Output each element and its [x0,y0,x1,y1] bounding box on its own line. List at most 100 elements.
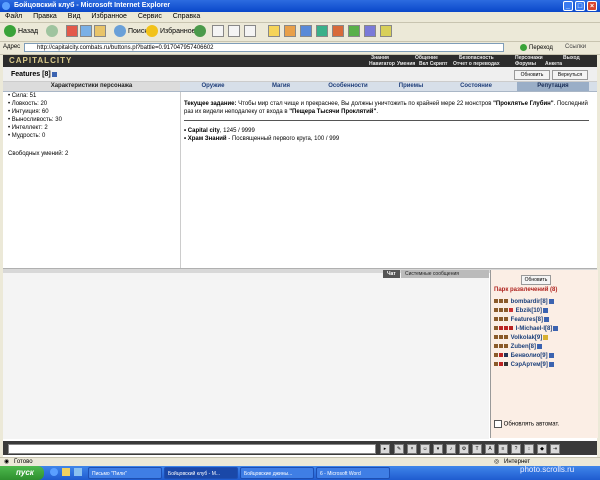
go-button[interactable]: Переход [520,44,553,51]
quicklaunch-ie-icon[interactable] [50,468,58,476]
toolbar-extra-3[interactable] [300,25,312,39]
sound-icon[interactable]: ♪ [446,444,456,454]
toolbar-extra-8[interactable] [380,25,392,39]
nav-exit[interactable]: Выход [563,55,580,61]
settings-icon[interactable]: ⚙ [459,444,469,454]
menu-edit[interactable]: Правка [33,13,57,20]
send-icon[interactable]: ▸ [380,444,390,454]
toolbar-extra-2[interactable] [284,25,296,39]
stat-wisdom: • Мудрость: 0 [8,133,46,139]
refresh-button[interactable]: Обновить [514,70,550,80]
quest-place: "Пещера Тысячи Проклятий" [289,109,377,115]
user-icon [494,317,498,322]
address-input[interactable]: http://capitalcity.combats.ru/buttons.pl… [24,43,504,52]
toolbar-extra-5[interactable] [332,25,344,39]
font-icon[interactable]: A [485,444,495,454]
menu-file[interactable]: Файл [5,13,22,20]
clan-icon [504,326,508,331]
search-button[interactable]: Поиск [114,25,147,39]
toolbar-extra-1[interactable] [268,25,280,39]
tab-chat[interactable]: Чат [383,270,400,278]
chat-input[interactable] [8,444,376,454]
exit-chat-icon[interactable]: ⇥ [550,444,560,454]
scroll-icon[interactable]: ↕ [524,444,534,454]
info-icon[interactable] [548,298,554,304]
taskbar-item[interactable]: 6 - Microsoft Word [316,467,390,479]
quicklaunch-outlook-icon[interactable] [62,468,70,476]
home-button[interactable] [94,25,106,39]
tab-reputation[interactable]: Репутация [517,82,589,91]
minimize-button[interactable]: _ [563,1,573,11]
auto-update-checkbox[interactable] [494,420,502,428]
browser-toolbar: Назад Поиск Избранное [0,23,600,42]
tab-state[interactable]: Состояние [443,82,509,91]
user-row[interactable]: I-Michael-I[8] [494,325,559,334]
info-icon[interactable] [544,316,550,322]
maximize-button[interactable]: □ [575,1,585,11]
translit-icon[interactable]: T [472,444,482,454]
user-row[interactable]: bombardir[8] [494,298,554,307]
taskbar-item[interactable]: Бойцовские джины... [240,467,314,479]
chat-area[interactable] [3,273,489,439]
stop-button[interactable] [66,25,78,39]
tab-characteristics[interactable]: Характеристики персонажа [3,82,180,91]
log-icon[interactable]: ≡ [498,444,508,454]
user-row[interactable]: Volkolak[9] [494,334,549,343]
user-row[interactable]: Zuben[8] [494,343,543,352]
refresh-page-button[interactable] [80,25,92,39]
edit-icon[interactable]: ✎ [394,444,404,454]
info-icon[interactable] [543,334,549,340]
info-icon[interactable] [543,307,549,313]
tab-weapons[interactable]: Оружие [183,82,243,91]
user-row[interactable]: СэрАртем[9] [494,361,554,370]
menu-favorites[interactable]: Избранное [91,13,126,20]
edit-button[interactable] [244,25,256,39]
forward-button[interactable] [46,25,60,39]
return-button[interactable]: Вернуться [552,70,588,80]
print-icon [228,25,240,38]
tab-magic[interactable]: Магия [251,82,311,91]
word-icon [300,25,312,38]
smile-icon[interactable]: ☺ [420,444,430,454]
user-row[interactable]: Бенволио[9] [494,352,554,361]
tab-features[interactable]: Особенности [317,82,379,91]
help-icon[interactable]: ? [511,444,521,454]
taskbar-item-active[interactable]: Бойцовский клуб - M... [164,467,238,479]
tab-system-messages[interactable]: Системные сообщения [401,270,489,278]
user-row[interactable]: Ebzik[10] [494,307,549,316]
user-icon [499,299,503,304]
filter-icon[interactable]: ▾ [433,444,443,454]
tab-techniques[interactable]: Приемы [387,82,435,91]
info-icon[interactable] [537,343,543,349]
toolbar-extra-4[interactable] [316,25,328,39]
info-icon[interactable] [548,352,554,358]
start-button[interactable]: пуск [0,466,44,480]
toolbar-extra-7[interactable] [364,25,376,39]
print-button[interactable] [228,25,240,39]
favorites-button[interactable]: Избранное [146,25,195,39]
users-refresh-button[interactable]: Обновить [521,275,551,285]
close-button[interactable]: × [587,1,597,11]
user-row[interactable]: Features[8] [494,316,550,325]
back-button[interactable]: Назад [4,25,38,39]
info-icon[interactable] [548,361,554,367]
menu-tools[interactable]: Сервис [138,13,162,20]
user-icon [504,299,508,304]
capitalcity-logo: CAPITALCITY [9,56,73,65]
links-button[interactable]: Ссылки [565,44,586,50]
page-content: CAPITALCITY Знания Общение Безопасность … [3,55,598,457]
clear-icon[interactable]: × [407,444,417,454]
mail-button[interactable] [212,25,224,39]
quicklaunch-desktop-icon[interactable] [74,468,82,476]
taskbar-item[interactable]: Письмо "Пили" [88,467,162,479]
windows-taskbar: пуск Письмо "Пили" Бойцовский клуб - M..… [0,466,600,480]
auto-update-option[interactable]: Обновлять автомат. [494,420,559,428]
toolbar-extra-6[interactable] [348,25,360,39]
user-icon [504,344,508,349]
menu-view[interactable]: Вид [68,13,81,20]
info-icon[interactable] [553,325,559,331]
history-button[interactable] [194,25,208,39]
clan-icon [499,326,503,331]
info-icon[interactable] [51,71,57,77]
menu-help[interactable]: Справка [173,13,200,20]
